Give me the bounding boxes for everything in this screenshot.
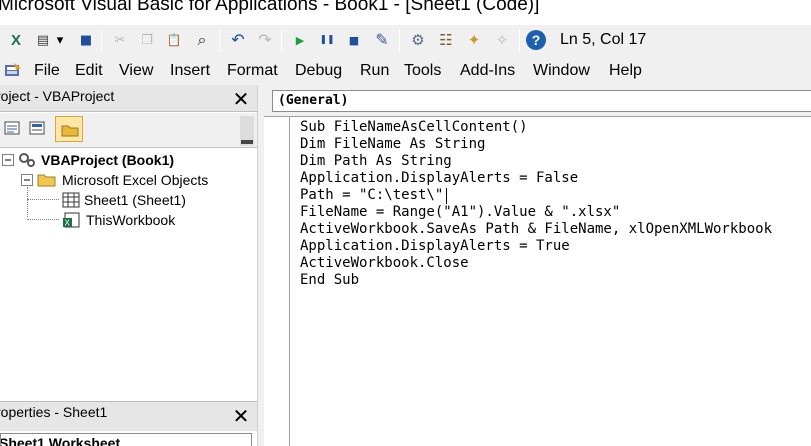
undo-icon[interactable]: ↶ — [228, 30, 248, 50]
code-line[interactable]: ActiveWorkbook.SaveAs Path & FileName, x… — [300, 221, 772, 237]
properties-title: roperties - Sheet1 — [0, 404, 108, 420]
workbook-icon: X — [63, 212, 80, 228]
collapse-toggle-icon[interactable] — [21, 174, 33, 186]
properties-object-dropdown[interactable]: Sheet1 Worksheet — [0, 433, 252, 446]
object-dropdown[interactable] — [272, 90, 811, 112]
code-line[interactable]: Dim FileName As String — [300, 136, 485, 152]
vba-app-icon — [5, 63, 21, 76]
properties-close-button[interactable]: ✕ — [229, 404, 253, 428]
project-explorer-close-button[interactable]: ✕ — [229, 87, 253, 111]
menu-run[interactable]: Run — [360, 62, 389, 80]
menu-tools[interactable]: Tools — [404, 62, 441, 80]
design-mode-icon[interactable]: ✎ — [372, 30, 392, 50]
break-icon[interactable]: ❚❚ — [317, 30, 337, 50]
toolbar-separator — [219, 30, 220, 52]
properties-object-value: Sheet1 Worksheet — [0, 435, 121, 446]
toolbar-separator — [281, 30, 282, 52]
code-line[interactable]: End Sub — [300, 272, 359, 288]
toolbox-icon[interactable]: ✧ — [492, 30, 512, 50]
cut-icon[interactable]: ✂ — [110, 30, 130, 50]
toolbar-separator — [101, 30, 102, 52]
code-line[interactable]: Sub FileNameAsCellContent() — [300, 119, 528, 135]
menu-view[interactable]: View — [119, 62, 153, 80]
run-icon[interactable]: ▶ — [290, 30, 310, 50]
cursor-position-status: Ln 5, Col 17 — [560, 31, 647, 48]
tree-node-sheet1[interactable]: Sheet1 (Sheet1) — [84, 192, 186, 208]
paste-icon[interactable]: 📋 — [164, 30, 184, 50]
tree-node-vbaproject[interactable]: VBAProject (Book1) — [41, 152, 174, 168]
vbaproject-icon — [19, 153, 35, 167]
save-icon[interactable]: ■ — [76, 30, 96, 50]
code-line[interactable]: ActiveWorkbook.Close — [300, 255, 469, 271]
project-explorer-icon[interactable]: ⚙ — [408, 30, 428, 50]
properties-window-icon[interactable]: ☷ — [436, 30, 456, 50]
menu-format[interactable]: Format — [227, 62, 278, 80]
tree-connector — [27, 219, 59, 220]
find-icon[interactable]: ⌕ — [192, 30, 212, 50]
code-margin[interactable] — [264, 117, 290, 446]
project-explorer-scrollbar[interactable] — [240, 116, 254, 146]
view-code-icon[interactable] — [2, 119, 22, 137]
tree-connector — [27, 187, 28, 217]
code-line[interactable]: Application.DisplayAlerts = False — [300, 170, 578, 186]
menu-add-ins[interactable]: Add-Ins — [460, 62, 515, 80]
menu-edit[interactable]: Edit — [75, 62, 103, 80]
standard-toolbar: X ▤ ▾ ■ ✂ ❐ 📋 ⌕ ↶ ↷ ▶ ❚❚ ■ ✎ ⚙ ☷ ✦ ✧ ? — [0, 25, 811, 57]
window-title: Microsoft Visual Basic for Applications … — [0, 0, 540, 15]
help-icon[interactable]: ? — [526, 30, 546, 50]
menu-window[interactable]: Window — [533, 62, 590, 80]
scroll-thumb[interactable] — [241, 140, 253, 144]
copy-icon[interactable]: ❐ — [137, 30, 157, 50]
view-object-icon[interactable] — [27, 119, 47, 137]
toggle-folders-button[interactable] — [55, 116, 83, 142]
toolbar-separator — [519, 30, 520, 52]
insert-userform-icon[interactable]: ▤ — [33, 30, 53, 50]
object-dropdown-value: (General) — [278, 93, 349, 108]
reset-icon[interactable]: ■ — [344, 30, 364, 50]
menu-debug[interactable]: Debug — [295, 62, 342, 80]
svg-text:X: X — [65, 219, 71, 228]
code-line[interactable]: Application.DisplayAlerts = True — [300, 238, 570, 254]
toggle-folders-icon — [61, 125, 79, 137]
project-explorer-title: roject - VBAProject — [0, 88, 115, 104]
tree-connector — [27, 199, 59, 200]
code-line[interactable]: FileName = Range("A1").Value & ".xlsx" — [300, 204, 620, 220]
redo-icon[interactable]: ↷ — [255, 30, 275, 50]
menu-file[interactable]: File — [34, 62, 60, 80]
folder-icon — [37, 174, 56, 187]
code-line[interactable]: Path = "C:\test\" — [300, 187, 443, 203]
tree-node-excel-objects[interactable]: Microsoft Excel Objects — [62, 172, 208, 188]
code-line[interactable]: Dim Path As String — [300, 153, 452, 169]
worksheet-icon — [62, 192, 80, 208]
title-bar: Microsoft Visual Basic for Applications … — [0, 0, 811, 24]
collapse-toggle-icon[interactable] — [2, 154, 14, 166]
panel-splitter[interactable] — [257, 85, 264, 446]
object-browser-icon[interactable]: ✦ — [464, 30, 484, 50]
text-caret — [446, 188, 447, 204]
tree-node-thisworkbook[interactable]: ThisWorkbook — [86, 212, 175, 228]
menu-help[interactable]: Help — [609, 62, 642, 80]
dropdown-arrow-icon[interactable]: ▾ — [54, 30, 66, 50]
excel-view-icon[interactable]: X — [6, 30, 26, 50]
toolbar-separator — [399, 30, 400, 52]
menu-insert[interactable]: Insert — [170, 62, 210, 80]
